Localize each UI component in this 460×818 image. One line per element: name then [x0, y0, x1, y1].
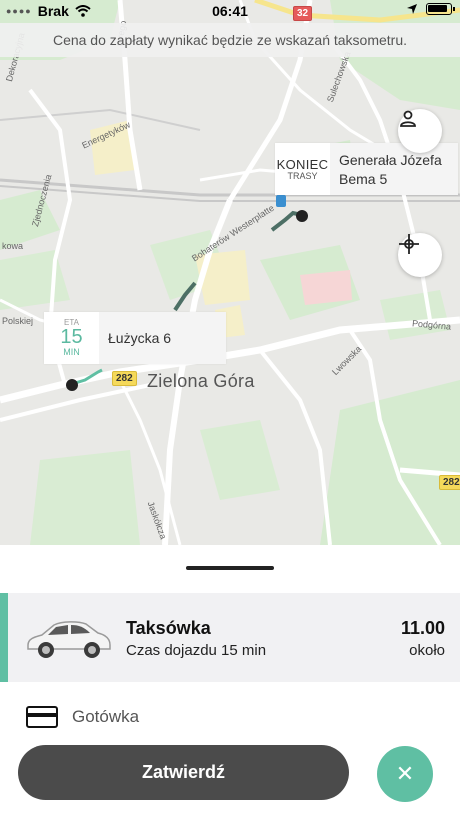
payment-method-label: Gotówka: [72, 707, 140, 726]
cancel-button[interactable]: ✕: [377, 746, 433, 802]
crosshair-icon: [399, 234, 419, 254]
pickup-marker[interactable]: ETA 15 MIN Łużycka 6: [44, 312, 226, 364]
profile-button[interactable]: [398, 109, 442, 153]
end-tag-line2: TRASY: [287, 171, 318, 181]
destination-address-line2: Bema 5: [339, 171, 388, 187]
price-approx-label: około: [409, 642, 445, 659]
ride-eta: Czas dojazdu 15 min: [126, 642, 267, 659]
person-icon: [400, 110, 416, 127]
locate-me-button[interactable]: [398, 233, 442, 277]
street-label: Polskiej: [2, 316, 34, 326]
street-label: kowa: [2, 241, 24, 251]
eta-value: 15: [60, 326, 83, 348]
ride-price: 11.00: [400, 618, 445, 638]
road-badge: 282: [439, 475, 460, 490]
eta-unit: MIN: [63, 347, 80, 357]
destination-marker[interactable]: KONIEC TRASY Generała Józefa Bema 5: [275, 143, 458, 195]
booking-sheet: Taksówka Czas dojazdu 15 min 11.00 około…: [0, 545, 460, 818]
city-label: Zielona Góra: [147, 371, 255, 391]
pickup-address: Łużycka 6: [108, 330, 172, 346]
road-badge: 282: [112, 371, 137, 386]
location-arrow-icon: [407, 4, 417, 14]
taximeter-notice: Cena do zapłaty wynikać będzie ze wskaza…: [0, 23, 460, 57]
credit-card-icon: [26, 706, 58, 728]
ride-type-name: Taksówka: [126, 618, 211, 638]
end-of-route-tag: KONIEC TRASY: [275, 143, 330, 195]
clock: 06:41: [212, 3, 248, 19]
eta-tag: ETA 15 MIN: [44, 312, 99, 364]
map-canvas: [0, 0, 460, 545]
destination-address-line1: Generała Józefa: [339, 152, 442, 168]
map-view[interactable]: Dekoracyjna Energetyków Zjednoczenia Sul…: [0, 0, 460, 545]
payment-method[interactable]: Gotówka: [26, 706, 139, 728]
battery-icon: [426, 3, 455, 15]
status-bar: ●●●● Brak 06:41: [0, 0, 460, 22]
confirm-button[interactable]: Zatwierdź: [18, 745, 349, 800]
car-icon: [27, 621, 111, 658]
ride-option[interactable]: Taksówka Czas dojazdu 15 min 11.00 około: [0, 593, 460, 682]
end-tag-line1: KONIEC: [276, 157, 329, 172]
sheet-handle[interactable]: [186, 566, 274, 570]
